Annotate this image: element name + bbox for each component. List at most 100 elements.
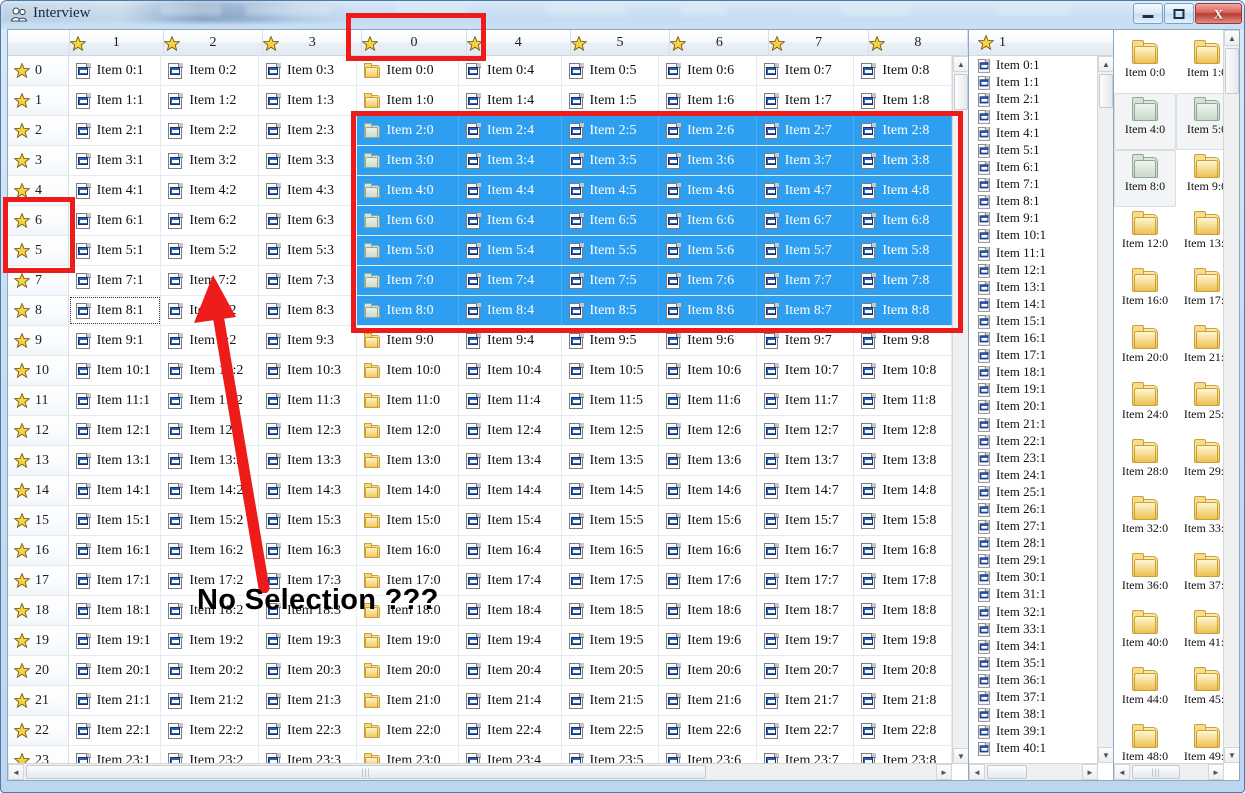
table-cell[interactable]: Item 3:8 xyxy=(854,146,952,175)
table-cell[interactable]: Item 11:6 xyxy=(659,386,757,415)
table-cell[interactable]: Item 17:7 xyxy=(757,566,855,595)
table-cell[interactable]: Item 20:3 xyxy=(259,656,357,685)
list-item[interactable]: Item 39:1 xyxy=(969,723,1098,740)
table-cell[interactable]: Item 0:1 xyxy=(69,56,162,85)
table-cell[interactable]: Item 15:1 xyxy=(69,506,162,535)
row-header-0[interactable]: 0 xyxy=(8,56,69,85)
list-item[interactable]: Item 29:1 xyxy=(969,552,1098,569)
table-cell[interactable]: Item 12:8 xyxy=(854,416,952,445)
icon-scroll-up-icon[interactable]: ▲ xyxy=(1224,30,1239,46)
icon-scroll-right-icon[interactable]: ► xyxy=(1208,764,1224,780)
icon-item[interactable]: Item 13:0 xyxy=(1176,207,1224,264)
table-cell[interactable]: Item 11:0 xyxy=(357,386,460,415)
table-cell[interactable]: Item 12:1 xyxy=(69,416,162,445)
table-row[interactable]: 8 Item 8:1 Item 8:2 Item 8:3 Item 8:0 Item 8:… xyxy=(8,296,952,326)
table-cell[interactable]: Item 15:6 xyxy=(659,506,757,535)
row-header-1[interactable]: 1 xyxy=(8,86,69,115)
table-cell[interactable]: Item 14:1 xyxy=(69,476,162,505)
list-item[interactable]: Item 28:1 xyxy=(969,535,1098,552)
table-cell[interactable]: Item 20:7 xyxy=(757,656,855,685)
table-cell[interactable]: Item 5:4 xyxy=(459,236,562,265)
table-cell[interactable]: Item 23:6 xyxy=(659,746,757,764)
column-header-5[interactable]: 5 xyxy=(570,30,671,56)
table-row[interactable]: 9 Item 9:1 Item 9:2 Item 9:3 Item 9:0 Item 9:… xyxy=(8,326,952,356)
table-cell[interactable]: Item 12:6 xyxy=(659,416,757,445)
column-header-6[interactable]: 6 xyxy=(670,30,770,56)
table-cell[interactable]: Item 11:5 xyxy=(562,386,660,415)
table-cell[interactable]: Item 17:8 xyxy=(854,566,952,595)
table-cell[interactable]: Item 16:7 xyxy=(757,536,855,565)
icon-item[interactable]: Item 20:0 xyxy=(1114,321,1176,378)
table-cell[interactable]: Item 19:8 xyxy=(854,626,952,655)
table-cell[interactable]: Item 22:5 xyxy=(562,716,660,745)
table-cell[interactable]: Item 6:1 xyxy=(69,206,162,235)
list-horizontal-scroll-thumb[interactable] xyxy=(987,765,1027,779)
table-row[interactable]: 7 Item 7:1 Item 7:2 Item 7:3 Item 7:0 Item 7:… xyxy=(8,266,952,296)
table-cell[interactable]: Item 13:0 xyxy=(357,446,460,475)
table-cell[interactable]: Item 13:5 xyxy=(562,446,660,475)
table-cell[interactable]: Item 23:0 xyxy=(357,746,460,764)
list-vertical-scroll-thumb[interactable] xyxy=(1099,74,1113,108)
table-cell[interactable]: Item 2:4 xyxy=(459,116,562,145)
column-header-3[interactable]: 3 xyxy=(263,30,363,56)
row-header-17[interactable]: 17 xyxy=(8,566,69,595)
table-cell[interactable]: Item 17:1 xyxy=(69,566,162,595)
table-row[interactable]: 20 Item 20:1 Item 20:2 Item 20:3 Item 20:0 It… xyxy=(8,656,952,686)
table-cell[interactable]: Item 10:7 xyxy=(757,356,855,385)
table-cell[interactable]: Item 16:6 xyxy=(659,536,757,565)
table-cell[interactable]: Item 14:4 xyxy=(459,476,562,505)
table-row[interactable]: 6 Item 6:1 Item 6:2 Item 6:3 Item 6:0 Item 6:… xyxy=(8,206,952,236)
table-cell[interactable]: Item 18:3 xyxy=(259,596,357,625)
icon-item[interactable]: Item 41:0 xyxy=(1176,606,1224,663)
table-cell[interactable]: Item 21:1 xyxy=(69,686,162,715)
table-cell[interactable]: Item 19:4 xyxy=(459,626,562,655)
row-header-8[interactable]: 8 xyxy=(8,296,69,325)
table-cell[interactable]: Item 8:8 xyxy=(854,296,952,325)
table-cell[interactable]: Item 22:8 xyxy=(854,716,952,745)
table-cell[interactable]: Item 0:4 xyxy=(459,56,562,85)
icon-item[interactable]: Item 16:0 xyxy=(1114,264,1176,321)
list-view-header[interactable]: 1 xyxy=(969,30,1113,56)
table-cell[interactable]: Item 0:7 xyxy=(757,56,855,85)
table-cell[interactable]: Item 14:2 xyxy=(161,476,259,505)
table-cell[interactable]: Item 6:0 xyxy=(356,206,460,235)
icon-horizontal-scroll-thumb[interactable]: ||| xyxy=(1132,765,1180,779)
table-cell[interactable]: Item 4:4 xyxy=(459,176,562,205)
table-cell[interactable]: Item 4:1 xyxy=(69,176,162,205)
table-cell[interactable]: Item 6:6 xyxy=(659,206,757,235)
list-item[interactable]: Item 9:1 xyxy=(969,210,1098,227)
icon-view[interactable]: Item 0:0Item 1:0Item 2:0Item 4:0Item 5:0… xyxy=(1113,30,1239,780)
list-item[interactable]: Item 35:1 xyxy=(969,654,1098,671)
scroll-up-icon[interactable]: ▲ xyxy=(953,56,968,72)
list-item[interactable]: Item 12:1 xyxy=(969,261,1098,278)
table-cell[interactable]: Item 19:5 xyxy=(562,626,660,655)
table-cell[interactable]: Item 1:1 xyxy=(69,86,162,115)
icon-item[interactable]: Item 25:0 xyxy=(1176,378,1224,435)
icon-item[interactable]: Item 44:0 xyxy=(1114,663,1176,720)
icon-item[interactable]: Item 8:0 xyxy=(1114,150,1176,207)
table-cell[interactable]: Item 1:7 xyxy=(757,86,855,115)
table-cell[interactable]: Item 3:4 xyxy=(459,146,562,175)
table-cell[interactable]: Item 2:6 xyxy=(659,116,757,145)
table-row[interactable]: 23 Item 23:1 Item 23:2 Item 23:3 Item 23:0 It… xyxy=(8,746,952,764)
table-cell[interactable]: Item 20:0 xyxy=(357,656,460,685)
scroll-down-icon[interactable]: ▼ xyxy=(953,748,968,764)
table-cell[interactable]: Item 11:3 xyxy=(259,386,357,415)
table-cell[interactable]: Item 12:0 xyxy=(357,416,460,445)
table-cell[interactable]: Item 3:5 xyxy=(561,146,660,175)
icon-item[interactable]: Item 45:0 xyxy=(1176,663,1224,720)
table-cell[interactable]: Item 3:0 xyxy=(356,146,460,175)
icon-item[interactable]: Item 0:0 xyxy=(1114,36,1176,93)
table-cell[interactable]: Item 13:1 xyxy=(69,446,162,475)
table-cell[interactable]: Item 17:0 xyxy=(357,566,460,595)
table-cell[interactable]: Item 19:6 xyxy=(659,626,757,655)
table-cell[interactable]: Item 3:6 xyxy=(659,146,757,175)
table-row[interactable]: 1 Item 1:1 Item 1:2 Item 1:3 Item 1:0 Item 1:… xyxy=(8,86,952,116)
list-item[interactable]: Item 34:1 xyxy=(969,637,1098,654)
table-cell[interactable]: Item 9:3 xyxy=(259,326,357,355)
list-scroll-up-icon[interactable]: ▲ xyxy=(1098,56,1113,72)
row-header-18[interactable]: 18 xyxy=(8,596,69,625)
table-cell[interactable]: Item 15:7 xyxy=(757,506,855,535)
row-header-2[interactable]: 2 xyxy=(8,116,69,145)
list-item[interactable]: Item 2:1 xyxy=(969,90,1098,107)
